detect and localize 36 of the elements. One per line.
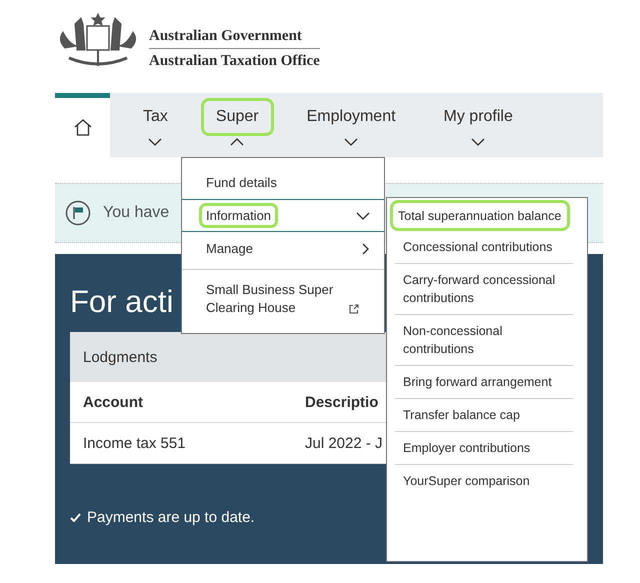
menu-item[interactable]: YourSuper comparison (395, 465, 573, 497)
table-cell: Income tax 551 (83, 434, 186, 452)
highlight-frame: Tax (128, 98, 183, 136)
status-text: Payments are up to date. (87, 509, 255, 526)
menu-item[interactable]: Concessional contributions (395, 231, 573, 264)
external-link-icon (349, 304, 359, 314)
chevron-icon (356, 212, 370, 220)
menu-link[interactable]: Small Business Super Clearing House (182, 269, 384, 323)
menu-item[interactable]: Total superannuation balance (390, 200, 570, 231)
menu-item[interactable]: Employer contributions (395, 432, 573, 465)
card-title: Lodgments (83, 348, 158, 366)
table-cell: Jul 2022 - J (305, 434, 383, 452)
check-icon (70, 513, 81, 522)
panel-heading: For acti (70, 284, 174, 320)
nav-tab[interactable]: Super (200, 93, 274, 157)
nav-tab[interactable]: My profile (428, 93, 528, 157)
menu-item[interactable]: Bring forward arrangement (395, 366, 573, 399)
menu-item[interactable]: Transfer balance cap (395, 399, 573, 432)
highlight-frame: My profile (428, 98, 528, 136)
menu-item[interactable]: Non-concessional contributions (395, 315, 573, 366)
menu-item[interactable]: Manage (182, 232, 384, 265)
agency-name: Australian Taxation Office (149, 53, 320, 70)
government-name: Australian Government (149, 28, 303, 45)
nav-tab[interactable]: Tax (128, 93, 183, 157)
menu-item[interactable]: Carry-forward concessional contributions (395, 264, 573, 315)
home-icon (74, 119, 92, 136)
menu-item[interactable]: Information (182, 199, 384, 232)
nav-tab[interactable]: Employment (292, 93, 411, 157)
column-header: Descriptio (305, 394, 378, 410)
column-header: Account (83, 394, 143, 410)
menu-item[interactable]: Fund details (182, 166, 384, 199)
highlight-frame: Employment (292, 98, 411, 136)
flag-icon (65, 200, 91, 226)
chevron-icon (362, 242, 370, 254)
alert-text: You have (103, 204, 170, 222)
highlight-frame: Super (200, 98, 274, 136)
